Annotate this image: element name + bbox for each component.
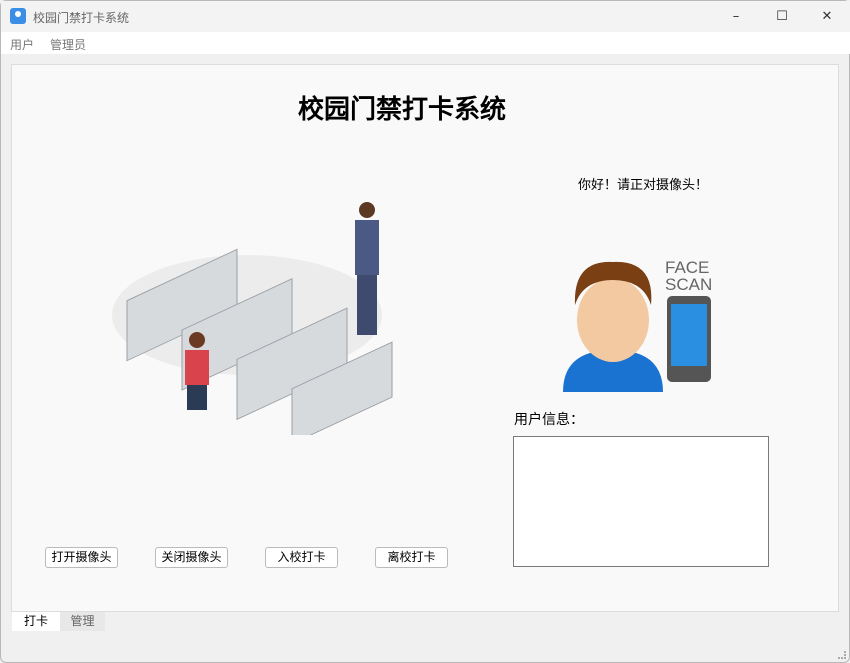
user-info-label: 用户信息： bbox=[514, 412, 584, 428]
enter-checkin-button[interactable]: 入校打卡 bbox=[265, 547, 338, 568]
user-info-textbox[interactable] bbox=[513, 436, 769, 567]
face-scan-illustration: FACE SCAN bbox=[563, 258, 712, 392]
minimize-button[interactable]: – bbox=[713, 1, 759, 32]
tab-manage[interactable]: 管理 bbox=[60, 612, 105, 631]
close-camera-button[interactable]: 关闭摄像头 bbox=[155, 547, 228, 568]
leave-checkin-button[interactable]: 离校打卡 bbox=[375, 547, 448, 568]
resize-grip[interactable] bbox=[838, 651, 846, 659]
menu-bar: 用户 管理员 bbox=[1, 32, 850, 54]
greeting-text: 你好！请正对摄像头！ bbox=[578, 178, 709, 193]
title-bar: 校园门禁打卡系统 – ☐ ✕ bbox=[1, 1, 850, 32]
menu-admin[interactable]: 管理员 bbox=[50, 36, 86, 53]
checkin-panel: 校园门禁打卡系统 你好！请正对摄像头！ FACE SCAN 用户信息： 打开摄像… bbox=[11, 64, 839, 612]
scan-label: SCAN bbox=[665, 275, 712, 294]
tab-checkin[interactable]: 打卡 bbox=[12, 612, 60, 631]
open-camera-button[interactable]: 打开摄像头 bbox=[45, 547, 118, 568]
maximize-button[interactable]: ☐ bbox=[759, 1, 805, 32]
app-user-icon bbox=[10, 8, 26, 24]
gate-illustration bbox=[112, 202, 393, 435]
window-title: 校园门禁打卡系统 bbox=[33, 11, 130, 25]
page-title: 校园门禁打卡系统 bbox=[297, 95, 506, 125]
close-button[interactable]: ✕ bbox=[804, 1, 850, 32]
menu-user[interactable]: 用户 bbox=[10, 36, 34, 53]
